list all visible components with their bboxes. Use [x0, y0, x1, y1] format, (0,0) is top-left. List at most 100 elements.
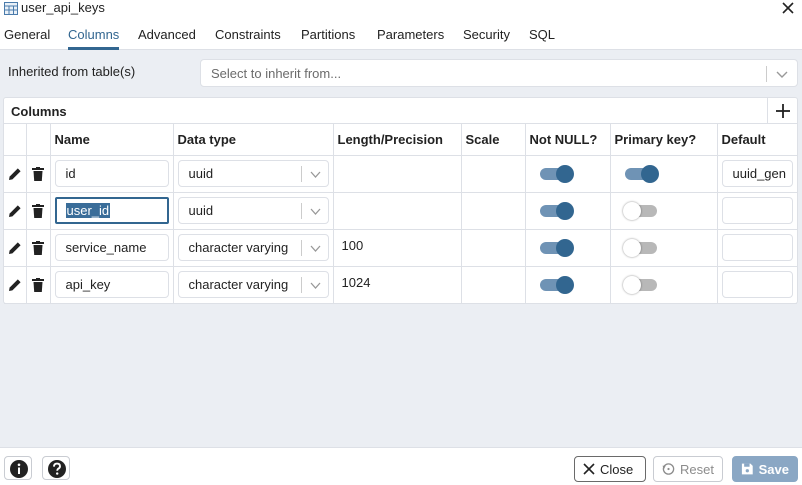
length-value: 1024: [341, 274, 371, 290]
toggle-knob: [640, 164, 659, 183]
reset-button[interactable]: Reset: [653, 456, 723, 482]
chevron-down-icon[interactable]: [309, 280, 322, 291]
default-input[interactable]: [721, 196, 793, 224]
data-type-value: uuid: [188, 165, 214, 181]
data-type-cell: uuid: [173, 155, 334, 193]
not-null-toggle[interactable]: [539, 238, 574, 257]
default-input[interactable]: uuid_gen: [721, 159, 793, 187]
inherit-select[interactable]: Select to inherit from...: [200, 59, 798, 87]
not-null-cell: [525, 192, 611, 230]
reset-button-label: Reset: [680, 461, 714, 477]
name-cell: user_id: [50, 192, 174, 230]
tab-columns[interactable]: Columns: [64, 20, 123, 50]
not-null-toggle[interactable]: [539, 164, 574, 183]
info-button[interactable]: [4, 456, 32, 480]
data-type-select[interactable]: character varying: [177, 233, 329, 261]
chevron-down-icon[interactable]: [309, 243, 322, 254]
close-button-label: Close: [600, 461, 634, 477]
select-separator: [766, 66, 767, 82]
primary-key-toggle[interactable]: [622, 201, 659, 220]
tab-constraints[interactable]: Constraints: [211, 20, 285, 50]
chevron-down-icon[interactable]: [309, 169, 322, 180]
chevron-down-icon[interactable]: [309, 206, 322, 217]
dialog-footer: Close Reset Save: [0, 447, 802, 485]
tab-partitions[interactable]: Partitions: [297, 20, 359, 50]
scale-cell[interactable]: [461, 266, 526, 304]
columns-panel-title: Columns: [11, 104, 67, 119]
scale-cell[interactable]: [461, 155, 526, 193]
data-type-cell: character varying: [173, 229, 334, 267]
toggle-knob: [555, 238, 574, 257]
column-name-input[interactable]: service_name: [54, 233, 169, 261]
close-icon: [583, 463, 595, 475]
header-delete: [26, 124, 51, 156]
default-input[interactable]: [721, 270, 793, 298]
scale-cell[interactable]: [461, 192, 526, 230]
table-row: service_name character varying 100: [4, 229, 797, 267]
pencil-icon[interactable]: [8, 241, 22, 255]
edit-cell: [4, 155, 27, 193]
trash-icon[interactable]: [32, 166, 44, 181]
tab-bar: General Columns Advanced Constraints Par…: [0, 20, 802, 50]
close-icon[interactable]: [780, 0, 796, 16]
primary-key-toggle[interactable]: [622, 238, 659, 257]
delete-cell: [26, 155, 51, 193]
data-type-select[interactable]: uuid: [177, 159, 329, 187]
tab-advanced[interactable]: Advanced: [134, 20, 200, 50]
length-value: 100: [341, 237, 364, 253]
scale-cell[interactable]: [461, 229, 526, 267]
name-cell: service_name: [50, 229, 174, 267]
pencil-icon[interactable]: [8, 204, 22, 218]
table-header-row: Name Data type Length/Precision Scale No…: [4, 124, 797, 156]
default-input[interactable]: [721, 233, 793, 261]
dialog-title: user_api_keys: [21, 0, 105, 15]
primary-key-toggle[interactable]: [622, 275, 659, 294]
primary-key-toggle[interactable]: [624, 164, 659, 183]
tab-parameters[interactable]: Parameters: [373, 20, 448, 50]
table-row: api_key character varying 1024: [4, 266, 797, 304]
data-type-value: uuid: [188, 202, 214, 218]
default-cell: [717, 266, 797, 304]
edit-cell: [4, 229, 27, 267]
data-type-value: character varying: [188, 276, 289, 292]
data-type-select[interactable]: character varying: [177, 270, 329, 298]
primary-key-cell: [610, 192, 718, 230]
pencil-icon[interactable]: [8, 278, 22, 292]
data-type-select[interactable]: uuid: [177, 196, 329, 224]
not-null-toggle[interactable]: [539, 275, 574, 294]
column-name-input[interactable]: api_key: [54, 270, 169, 298]
save-button-label: Save: [758, 461, 789, 477]
length-cell[interactable]: 1024: [333, 266, 462, 304]
save-button[interactable]: Save: [732, 456, 798, 482]
length-cell[interactable]: [333, 155, 462, 193]
tab-sql[interactable]: SQL: [525, 20, 559, 50]
column-name-input[interactable]: user_id: [54, 196, 169, 224]
primary-key-cell: [610, 155, 718, 193]
select-separator: [300, 202, 302, 219]
header-default: Default: [717, 124, 797, 156]
header-edit: [4, 124, 27, 156]
name-cell: api_key: [50, 266, 174, 304]
table-dialog: user_api_keys General Columns Advanced C…: [0, 0, 802, 485]
chevron-down-icon[interactable]: [775, 68, 789, 80]
trash-icon[interactable]: [32, 203, 44, 218]
not-null-toggle[interactable]: [539, 201, 574, 220]
close-button[interactable]: Close: [574, 456, 646, 482]
column-name-input[interactable]: id: [54, 159, 169, 187]
help-button[interactable]: [42, 456, 70, 480]
edit-cell: [4, 266, 27, 304]
data-type-value: character varying: [188, 239, 289, 255]
add-column-button[interactable]: [767, 98, 797, 124]
header-name: Name: [50, 124, 174, 156]
tab-general[interactable]: General: [0, 20, 54, 50]
length-cell[interactable]: 100: [333, 229, 462, 267]
columns-panel: Columns Name Data type Length/Precision …: [3, 97, 798, 304]
trash-icon[interactable]: [32, 240, 44, 255]
trash-icon[interactable]: [32, 277, 44, 292]
info-icon: [10, 460, 28, 478]
pencil-icon[interactable]: [8, 167, 22, 181]
delete-cell: [26, 229, 51, 267]
tab-security[interactable]: Security: [459, 20, 514, 50]
toggle-knob: [622, 238, 641, 257]
length-cell[interactable]: [333, 192, 462, 230]
